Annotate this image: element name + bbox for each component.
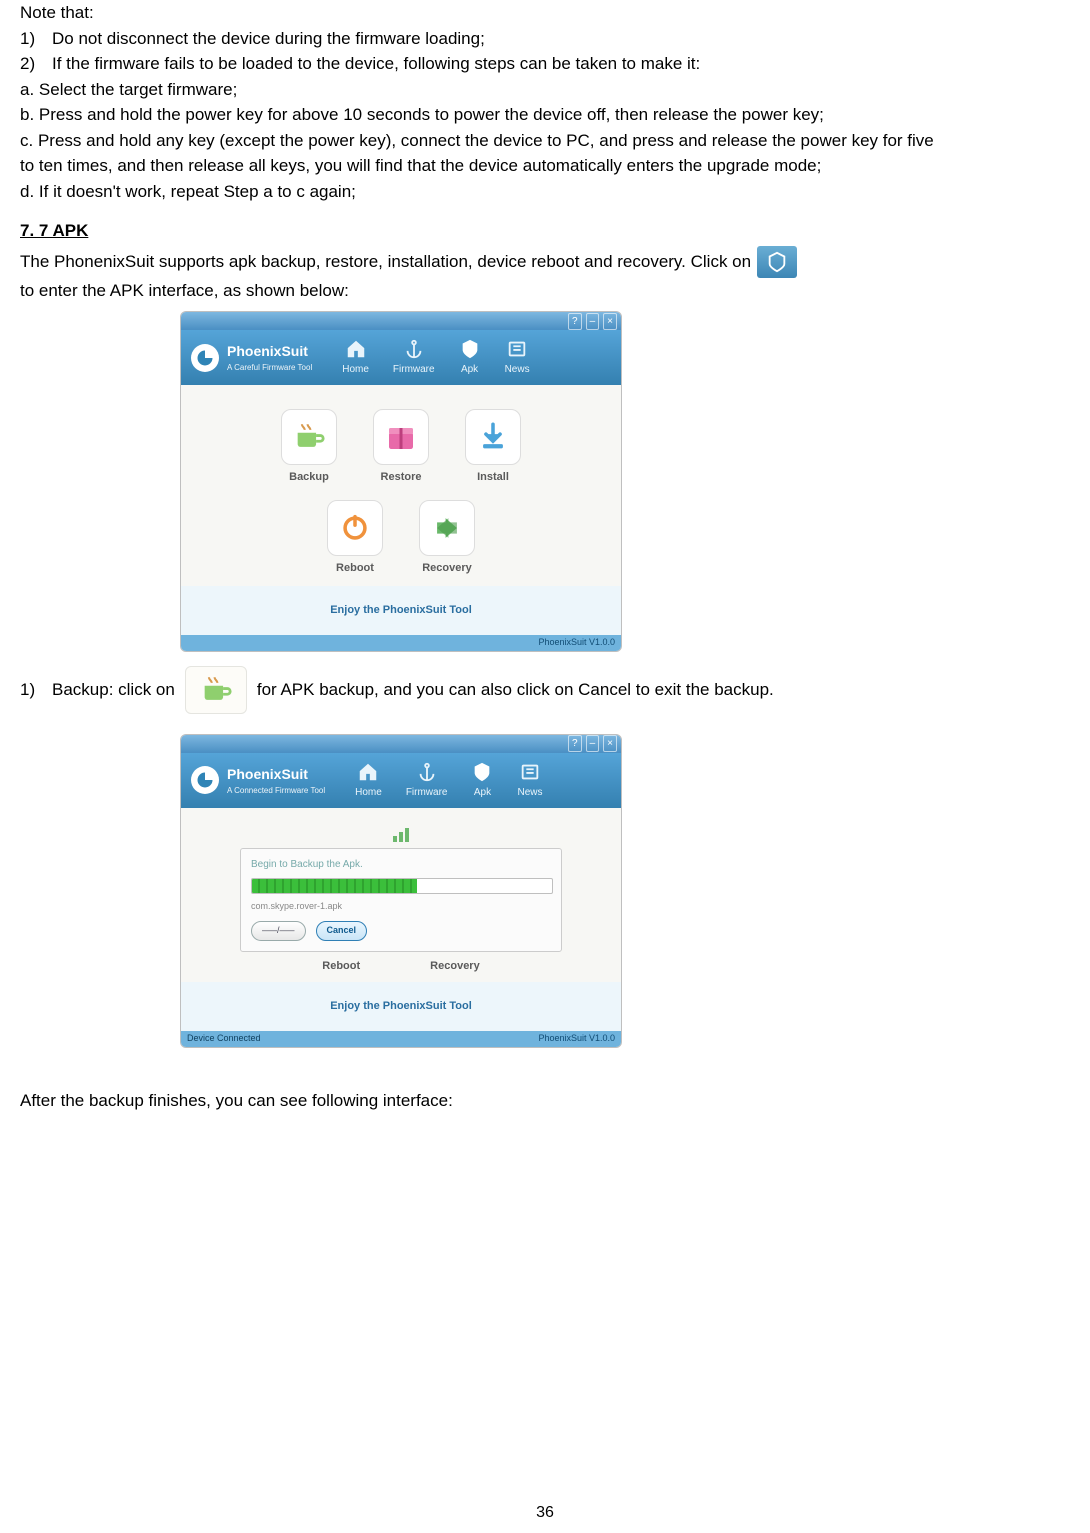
- enjoy-banner: Enjoy the PhoenixSuit Tool: [181, 982, 621, 1031]
- shield-icon: [459, 338, 481, 360]
- minimize-icon[interactable]: –: [586, 313, 600, 330]
- gift-icon: [373, 409, 429, 465]
- nav-firmware-label: Firmware: [393, 362, 435, 377]
- note-step-b: b. Press and hold the power key for abov…: [20, 102, 940, 128]
- version-label: PhoenixSuit V1.0.0: [538, 1032, 615, 1046]
- nav-firmware[interactable]: Firmware: [393, 338, 435, 377]
- nav-news[interactable]: News: [505, 338, 530, 377]
- install-label: Install: [477, 469, 509, 486]
- backup-progress-screenshot: ? – × PhoenixSuit A Connected Firmware T…: [180, 734, 622, 1048]
- after-backup-text: After the backup finishes, you can see f…: [20, 1088, 1070, 1114]
- install-button[interactable]: Install: [465, 409, 521, 486]
- restore-button[interactable]: Restore: [373, 409, 429, 486]
- page-number: 36: [0, 1501, 1090, 1525]
- reboot-label: Reboot: [336, 560, 374, 577]
- app-logo: [191, 766, 219, 794]
- recovery-label[interactable]: Recovery: [430, 958, 480, 975]
- nav-home[interactable]: Home: [342, 338, 369, 377]
- nav-firmware[interactable]: Firmware: [406, 761, 448, 800]
- version-label: PhoenixSuit V1.0.0: [538, 636, 615, 650]
- progress-bar: [251, 878, 553, 894]
- cancel-button[interactable]: Cancel: [316, 921, 368, 941]
- section-text-after: to enter the APK interface, as shown bel…: [20, 278, 349, 304]
- progress-filename: com.skype.rover-1.apk: [251, 900, 551, 914]
- close-icon[interactable]: ×: [603, 313, 617, 330]
- recovery-button[interactable]: Recovery: [419, 500, 475, 577]
- note-num-1: 1): [20, 26, 52, 52]
- nav-home-label: Home: [342, 362, 369, 377]
- anchor-icon: [403, 338, 425, 360]
- note-step-c: c. Press and hold any key (except the po…: [20, 128, 950, 179]
- enjoy-banner: Enjoy the PhoenixSuit Tool: [181, 586, 621, 635]
- section-text-before: The PhonenixSuit supports apk backup, re…: [20, 249, 751, 275]
- progress-title: Begin to Backup the Apk.: [251, 857, 551, 872]
- restore-label: Restore: [381, 469, 422, 486]
- help-icon[interactable]: ?: [568, 735, 582, 752]
- note-intro: Note that:: [20, 0, 1070, 26]
- nav-apk[interactable]: Apk: [471, 761, 493, 800]
- progress-count-button[interactable]: –––/–––: [251, 921, 306, 941]
- nav-news[interactable]: News: [517, 761, 542, 800]
- nav-firmware-label: Firmware: [406, 785, 448, 800]
- help-icon[interactable]: ?: [568, 313, 582, 330]
- app-logo: [191, 344, 219, 372]
- nav-news-label: News: [517, 785, 542, 800]
- backup-line-before: Backup: click on: [52, 677, 175, 703]
- reboot-button[interactable]: Reboot: [327, 500, 383, 577]
- note-item-2: If the firmware fails to be loaded to th…: [52, 51, 700, 77]
- shield-icon: [471, 761, 493, 783]
- apk-icon: [757, 246, 797, 278]
- app-subtitle: A Connected Firmware Tool: [227, 785, 325, 797]
- recovery-icon: [419, 500, 475, 556]
- signal-icon: [393, 828, 409, 842]
- backup-progress-panel: Begin to Backup the Apk. com.skype.rover…: [240, 848, 562, 952]
- section-title: 7. 7 APK: [20, 218, 1070, 244]
- minimize-icon[interactable]: –: [586, 735, 600, 752]
- nav-home[interactable]: Home: [355, 761, 382, 800]
- anchor-icon: [416, 761, 438, 783]
- backup-line-num: 1): [20, 677, 52, 703]
- nav-apk[interactable]: Apk: [459, 338, 481, 377]
- app-title: PhoenixSuit: [227, 764, 325, 785]
- close-icon[interactable]: ×: [603, 735, 617, 752]
- reboot-label[interactable]: Reboot: [322, 958, 360, 975]
- recovery-label: Recovery: [422, 560, 472, 577]
- home-icon: [345, 338, 367, 360]
- home-icon: [357, 761, 379, 783]
- app-subtitle: A Careful Firmware Tool: [227, 362, 312, 374]
- backup-button[interactable]: Backup: [281, 409, 337, 486]
- nav-apk-label: Apk: [461, 362, 478, 377]
- backup-cup-icon: [185, 666, 247, 714]
- note-num-2: 2): [20, 51, 52, 77]
- status-label: Device Connected: [187, 1032, 261, 1046]
- download-icon: [465, 409, 521, 465]
- news-icon: [519, 761, 541, 783]
- reboot-icon: [327, 500, 383, 556]
- nav-home-label: Home: [355, 785, 382, 800]
- note-step-a: a. Select the target firmware;: [20, 77, 1070, 103]
- note-item-1: Do not disconnect the device during the …: [52, 26, 485, 52]
- app-title: PhoenixSuit: [227, 341, 312, 362]
- backup-line-after: for APK backup, and you can also click o…: [257, 677, 774, 703]
- nav-news-label: News: [505, 362, 530, 377]
- apk-main-screenshot: ? – × PhoenixSuit A Careful Firmware Too…: [180, 311, 622, 652]
- cup-icon: [281, 409, 337, 465]
- nav-apk-label: Apk: [474, 785, 491, 800]
- note-step-d: d. If it doesn't work, repeat Step a to …: [20, 179, 1070, 205]
- backup-label: Backup: [289, 469, 329, 486]
- news-icon: [506, 338, 528, 360]
